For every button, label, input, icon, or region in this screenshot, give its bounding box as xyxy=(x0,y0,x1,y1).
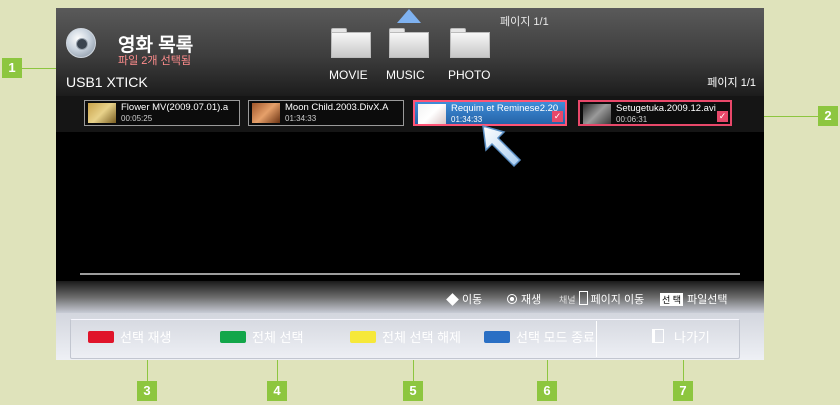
selection-count: 파일 2개 선택됨 xyxy=(118,55,191,67)
help-play: 재생 xyxy=(507,291,541,307)
yellow-key-icon xyxy=(350,331,376,343)
category-movie-folder-icon[interactable] xyxy=(331,28,371,58)
button-bar: 선택 재생 전체 선택 전체 선택 해제 선택 모드 종료 나가기 xyxy=(56,313,764,360)
exit-select-mode-button[interactable]: 선택 모드 종료 xyxy=(484,327,595,349)
thumbnail xyxy=(88,103,116,123)
thumbnail xyxy=(418,104,446,124)
callout-7: 7 xyxy=(673,381,693,401)
blue-key-icon xyxy=(484,331,510,343)
page-indicator: 페이지 1/1 xyxy=(707,77,756,89)
device-label: USB1 XTICK xyxy=(66,74,148,90)
select-all-button[interactable]: 전체 선택 xyxy=(220,327,303,349)
red-key-icon xyxy=(88,331,114,343)
arrow-up-icon[interactable] xyxy=(397,9,421,23)
category-music[interactable]: MUSIC xyxy=(386,68,425,82)
channel-key-icon xyxy=(578,291,588,305)
callout-2: 2 xyxy=(818,106,838,126)
tv-screen: 영화 목록 파일 2개 선택됨 USB1 XTICK 페이지 1/1 페이지 1… xyxy=(56,8,764,360)
category-photo[interactable]: PHOTO xyxy=(448,68,490,82)
divider xyxy=(80,273,740,275)
divider xyxy=(596,321,597,357)
deselect-all-button[interactable]: 전체 선택 해제 xyxy=(350,327,461,349)
callout-6: 6 xyxy=(537,381,557,401)
file-item[interactable]: Moon Child.2003.DivX.A 01:34:33 xyxy=(248,100,404,126)
help-page-move: 채널 페이지 이동 xyxy=(559,291,644,307)
exit-icon xyxy=(652,329,664,343)
select-key-icon: 선 택 xyxy=(660,293,684,306)
file-duration: 00:05:25 xyxy=(121,114,153,123)
help-move: 이동 xyxy=(446,291,482,307)
ok-button-icon xyxy=(507,294,517,304)
pointer-cursor-icon xyxy=(482,124,522,168)
help-bar: 이동 재생 채널 페이지 이동 선 택 파일선택 xyxy=(56,281,764,313)
exit-button[interactable]: 나가기 xyxy=(652,327,710,349)
movie-reel-icon xyxy=(66,28,96,58)
category-page-indicator: 페이지 1/1 xyxy=(500,16,549,28)
checkmark-icon: ✓ xyxy=(717,111,728,122)
category-music-folder-icon[interactable] xyxy=(389,28,429,58)
category-photo-folder-icon[interactable] xyxy=(450,28,490,58)
help-file-select: 선 택 파일선택 xyxy=(660,293,728,306)
navigation-diamond-icon xyxy=(446,293,459,306)
file-duration: 00:06:31 xyxy=(616,115,648,124)
file-duration: 01:34:33 xyxy=(285,114,317,123)
file-duration: 01:34:33 xyxy=(451,115,483,124)
category-movie[interactable]: MOVIE xyxy=(329,68,368,82)
file-item[interactable]: Flower MV(2009.07.01).a 00:05:25 xyxy=(84,100,240,126)
thumbnail xyxy=(583,104,611,124)
file-name: Moon Child.2003.DivX.A xyxy=(285,102,389,113)
play-selected-button[interactable]: 선택 재생 xyxy=(88,327,171,349)
file-name: Flower MV(2009.07.01).a xyxy=(121,102,229,113)
callout-4: 4 xyxy=(267,381,287,401)
checkmark-icon: ✓ xyxy=(552,111,563,122)
callout-5: 5 xyxy=(403,381,423,401)
file-item-selected[interactable]: Setugetuka.2009.12.avi 00:06:31 ✓ xyxy=(578,100,732,126)
green-key-icon xyxy=(220,331,246,343)
callout-1: 1 xyxy=(2,58,22,78)
callout-3: 3 xyxy=(137,381,157,401)
thumbnail xyxy=(252,103,280,123)
file-list: Flower MV(2009.07.01).a 00:05:25 Moon Ch… xyxy=(56,96,764,132)
header: 영화 목록 파일 2개 선택됨 USB1 XTICK 페이지 1/1 페이지 1… xyxy=(56,8,764,96)
